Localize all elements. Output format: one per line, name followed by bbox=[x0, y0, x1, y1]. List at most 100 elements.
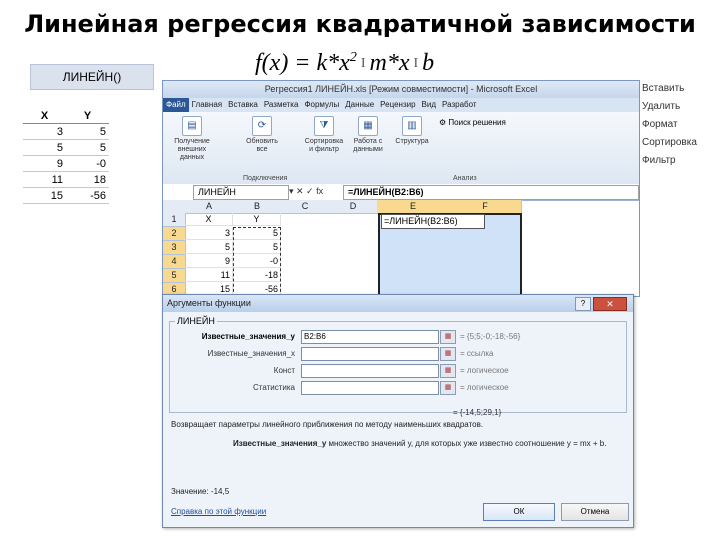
cancel-button[interactable]: Отмена bbox=[561, 503, 629, 521]
data-table: X Y 35 55 9 -0 11 18 15 -56 bbox=[23, 108, 109, 204]
sort-filter-button[interactable]: ⧩ Сортировка и фильтр bbox=[303, 116, 345, 154]
function-result: = {-14,5;29,1} bbox=[453, 408, 502, 417]
regression-formula: f(x) = k*x2 Im*x Ib bbox=[255, 50, 434, 77]
argument-text: множество значений у, для которых уже из… bbox=[328, 439, 607, 448]
database-icon: ▤ bbox=[182, 116, 202, 136]
tab-developer[interactable]: Разработ bbox=[439, 98, 480, 112]
range-select-icon[interactable]: ▦ bbox=[440, 347, 456, 361]
solver-label: Поиск решения bbox=[448, 118, 506, 127]
table-cell: -56 bbox=[66, 187, 109, 204]
tab-file[interactable]: Файл bbox=[163, 98, 189, 112]
spreadsheet-grid[interactable]: A B C D E F 1 2 3 4 5 6 X Y 3 5 5 5 9 -0… bbox=[163, 200, 639, 296]
range-select-icon[interactable]: ▦ bbox=[440, 364, 456, 378]
col-header-d[interactable]: D bbox=[329, 200, 378, 214]
table-row: 15 -56 bbox=[23, 187, 109, 204]
outline-button[interactable]: ▥ Структура bbox=[391, 116, 433, 146]
tab-view[interactable]: Вид bbox=[419, 98, 439, 112]
formula-bar: ЛИНЕЙН ▾ ✕ ✓ fx =ЛИНЕЙН(B2:B6) bbox=[163, 184, 639, 201]
help-button[interactable]: ? bbox=[575, 297, 591, 311]
arg-label-const: Конст bbox=[273, 366, 295, 375]
cell-a5[interactable]: 11 bbox=[185, 269, 233, 282]
arg-input-known-y[interactable]: B2:B6 bbox=[301, 330, 439, 344]
filter-icon: ⧩ bbox=[314, 116, 334, 136]
arg-hint-known-y: = {5;5;-0;-18;-56} bbox=[460, 332, 521, 341]
row-header-2[interactable]: 2 bbox=[163, 227, 186, 241]
get-data-button[interactable]: ▤ Получение внешних данных bbox=[171, 116, 213, 162]
value-label: Значение: -14,5 bbox=[171, 487, 230, 496]
col-header-b[interactable]: B bbox=[233, 200, 282, 214]
help-link[interactable]: Справка по этой функции bbox=[171, 507, 266, 516]
row-header-5[interactable]: 5 bbox=[163, 269, 186, 283]
outline-icon: ▥ bbox=[402, 116, 422, 136]
tab-formulas[interactable]: Формулы bbox=[301, 98, 342, 112]
formula-separator: I bbox=[413, 56, 419, 72]
name-box[interactable]: ЛИНЕЙН bbox=[193, 185, 289, 200]
table-cell: 5 bbox=[66, 123, 109, 140]
sort-filter-label: Сортировка и фильтр bbox=[304, 138, 344, 153]
tab-layout[interactable]: Разметка bbox=[261, 98, 302, 112]
function-group-name: ЛИНЕЙН bbox=[175, 316, 217, 326]
outline-label: Структура bbox=[395, 138, 429, 145]
cell-a2[interactable]: 3 bbox=[185, 227, 233, 240]
arg-hint-stats: = логическое bbox=[460, 383, 509, 392]
row-header-3[interactable]: 3 bbox=[163, 241, 186, 255]
ribbon-tabs: Файл Главная Вставка Разметка Формулы Данные Р… bbox=[163, 98, 639, 112]
arg-input-known-x[interactable] bbox=[301, 347, 439, 361]
col-header-a[interactable]: A bbox=[185, 200, 234, 214]
refresh-label: Обновить все bbox=[246, 138, 278, 153]
arg-hint-known-x: = ссылка bbox=[460, 349, 494, 358]
dialog-title: Аргументы функции bbox=[163, 295, 633, 312]
cell-formula-edit[interactable]: =ЛИНЕЙН(B2:B6) bbox=[381, 214, 485, 229]
table-cell: 15 bbox=[23, 187, 66, 204]
table-cell: 18 bbox=[66, 171, 109, 188]
row-header-1[interactable]: 1 bbox=[163, 213, 186, 227]
table-cell: 3 bbox=[23, 123, 66, 140]
arg-input-stats[interactable] bbox=[301, 381, 439, 395]
formula-rhs: b bbox=[422, 50, 435, 76]
refresh-button[interactable]: ⟳ Обновить все bbox=[241, 116, 283, 154]
table-cell: -0 bbox=[66, 155, 109, 172]
header-x: X bbox=[23, 108, 66, 124]
table-row: 9 -0 bbox=[23, 155, 109, 172]
corner-cell[interactable] bbox=[163, 200, 186, 214]
solver-button[interactable]: ⚙ Поиск решения bbox=[439, 118, 506, 127]
refresh-icon: ⟳ bbox=[252, 116, 272, 136]
col-header-c[interactable]: C bbox=[281, 200, 330, 214]
cell-a1[interactable]: X bbox=[185, 213, 233, 226]
ok-button[interactable]: ОК bbox=[483, 503, 555, 521]
table-row: 35 bbox=[23, 123, 109, 140]
excel-window: Регрессия1 ЛИНЕЙН.xls [Режим совместимос… bbox=[162, 80, 640, 297]
function-label: ЛИНЕЙН() bbox=[30, 64, 154, 90]
cell-a4[interactable]: 9 bbox=[185, 255, 233, 268]
get-data-label: Получение внешних данных bbox=[174, 138, 210, 161]
argument-description: Известные_значения_y множество значений … bbox=[233, 439, 625, 448]
data-tools-label: Работа с данными bbox=[353, 138, 383, 153]
formula-lhs: f(x) = k*x bbox=[255, 50, 350, 76]
tab-data[interactable]: Данные bbox=[342, 98, 377, 112]
solver-icon: ⚙ bbox=[439, 118, 449, 127]
formula-bar-icons[interactable]: ▾ ✕ ✓ fx bbox=[289, 185, 323, 198]
table-cell: 5 bbox=[66, 139, 109, 156]
table-row: 55 bbox=[23, 139, 109, 156]
table-row: 11 18 bbox=[23, 171, 109, 188]
table-cell: 5 bbox=[23, 139, 66, 156]
group-analysis: Анализ bbox=[453, 175, 477, 182]
close-button[interactable]: ✕ bbox=[593, 297, 627, 311]
col-header-e[interactable]: E bbox=[377, 200, 450, 214]
cell-a3[interactable]: 5 bbox=[185, 241, 233, 254]
range-select-icon[interactable]: ▦ bbox=[440, 330, 456, 344]
arg-label-stats: Статистика bbox=[252, 383, 295, 392]
row-header-4[interactable]: 4 bbox=[163, 255, 186, 269]
formula-input[interactable]: =ЛИНЕЙН(B2:B6) bbox=[343, 185, 639, 200]
tab-review[interactable]: Рецензир bbox=[377, 98, 418, 112]
cell-b1[interactable]: Y bbox=[233, 213, 281, 226]
col-header-f[interactable]: F bbox=[449, 200, 522, 214]
table-header-row: X Y bbox=[23, 108, 109, 124]
arguments-group: Известные_значения_y B2:B6 ▦ = {5;5;-0;-… bbox=[169, 321, 627, 413]
data-tools-button[interactable]: ▦ Работа с данными bbox=[347, 116, 389, 154]
range-select-icon[interactable]: ▦ bbox=[440, 381, 456, 395]
arg-input-const[interactable] bbox=[301, 364, 439, 378]
tab-insert[interactable]: Вставка bbox=[225, 98, 261, 112]
tab-home[interactable]: Главная bbox=[189, 98, 225, 112]
group-connections: Подключения bbox=[243, 175, 288, 182]
